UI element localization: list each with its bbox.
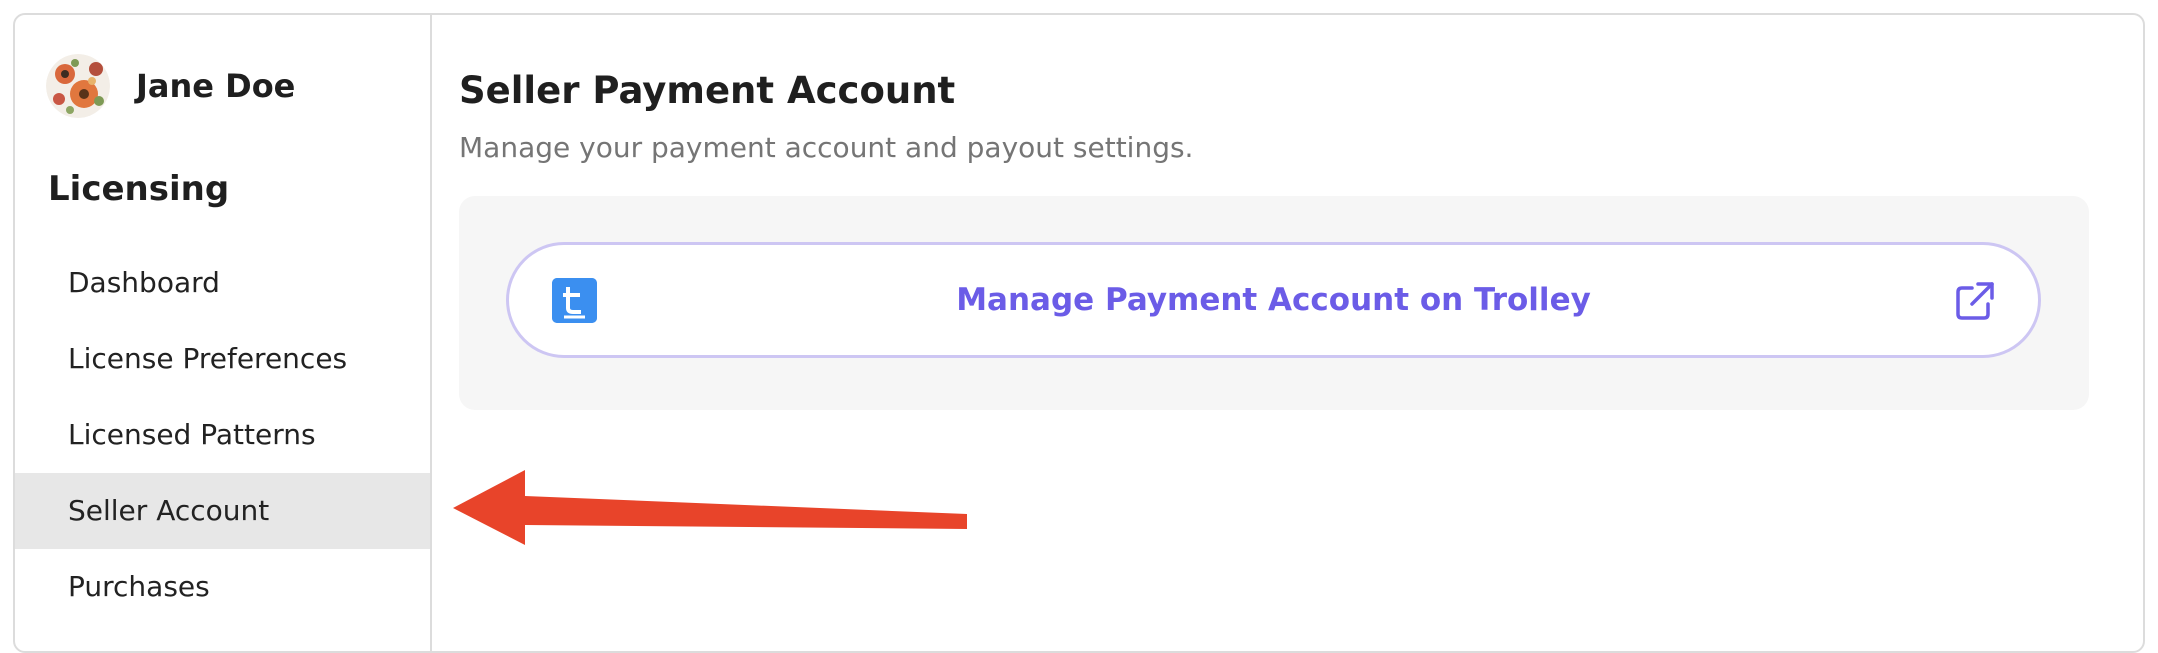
page-subtitle: Manage your payment account and payout s… — [459, 131, 1194, 164]
sidebar-item-licensed-patterns[interactable]: Licensed Patterns — [15, 397, 430, 473]
trolley-logo-icon — [552, 278, 597, 323]
payment-panel: Manage Payment Account on Trolley — [459, 196, 2089, 410]
page-title: Seller Payment Account — [459, 69, 956, 112]
sidebar-item-dashboard[interactable]: Dashboard — [15, 245, 430, 321]
user-profile[interactable]: Jane Doe — [46, 54, 295, 118]
sidebar-item-license-preferences[interactable]: License Preferences — [15, 321, 430, 397]
sidebar-nav: Dashboard License Preferences Licensed P… — [15, 245, 430, 625]
sidebar-item-purchases[interactable]: Purchases — [15, 549, 430, 625]
section-title-licensing: Licensing — [48, 169, 230, 209]
sidebar-item-seller-account[interactable]: Seller Account — [15, 473, 430, 549]
manage-payment-account-button[interactable]: Manage Payment Account on Trolley — [506, 242, 2041, 358]
user-name: Jane Doe — [136, 67, 296, 105]
sidebar: Jane Doe Licensing Dashboard License Pre… — [15, 15, 432, 651]
external-link-icon — [1956, 282, 1994, 320]
manage-payment-account-label: Manage Payment Account on Trolley — [956, 282, 1591, 318]
avatar — [46, 54, 110, 118]
